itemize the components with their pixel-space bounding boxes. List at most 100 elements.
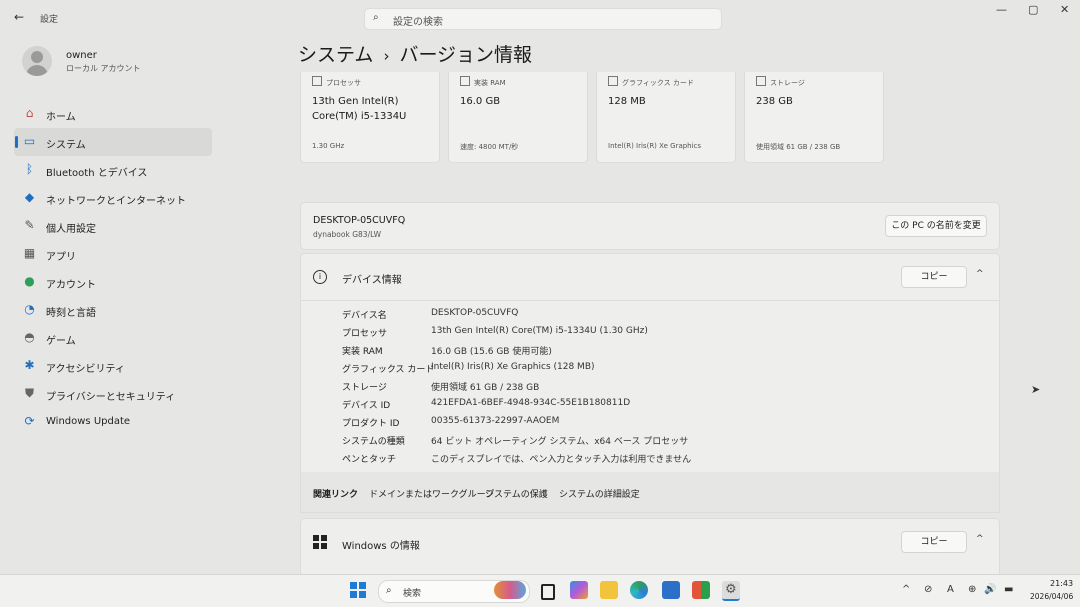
spec-value: Intel(R) Iris(R) Xe Graphics (128 MB) bbox=[431, 362, 595, 372]
home-icon: ⌂ bbox=[25, 106, 34, 120]
apps-icon: ▦ bbox=[23, 246, 36, 260]
account-type: ローカル アカウント bbox=[66, 64, 141, 73]
sidebar-item[interactable]: ⛊ プライバシーとセキュリティ bbox=[14, 380, 212, 408]
input-method-icon[interactable]: A bbox=[947, 584, 954, 595]
rename-pc-button[interactable]: この PC の名前を変更 bbox=[885, 215, 987, 237]
sidebar-item[interactable]: ◆ ネットワークとインターネット bbox=[14, 184, 212, 212]
widgets-icon[interactable] bbox=[494, 581, 526, 599]
spec-value: 使用領域 61 GB / 238 GB bbox=[431, 383, 540, 393]
spec-label: ストレージ bbox=[342, 383, 387, 393]
time-language-icon: ◔ bbox=[24, 302, 35, 316]
spec-value: 13th Gen Intel(R) Core(TM) i5-1334U (1.3… bbox=[431, 326, 648, 336]
collapse-chevron-icon[interactable]: ^ bbox=[976, 269, 984, 279]
system-protection-link[interactable]: システムの保護 bbox=[485, 487, 548, 500]
sidebar-item[interactable]: ᛒ Bluetooth とデバイス bbox=[14, 156, 212, 184]
windows-info-panel[interactable]: Windows の情報 コピー ^ bbox=[300, 518, 1000, 576]
sidebar-item-label: アクセシビリティ bbox=[46, 364, 125, 375]
spec-label: ペンとタッチ bbox=[342, 455, 397, 465]
sidebar-item-label: Bluetooth とデバイス bbox=[46, 168, 148, 179]
volume-icon[interactable]: 🔊 bbox=[984, 584, 996, 595]
user-profile[interactable]: owner ローカル アカウント bbox=[22, 44, 222, 80]
spec-card-value: 128 MB bbox=[608, 96, 646, 107]
spec-card-header: ストレージ bbox=[770, 79, 805, 87]
tray-overflow-chevron-icon[interactable]: ^ bbox=[902, 584, 910, 595]
close-button[interactable]: ✕ bbox=[1060, 3, 1069, 16]
accessibility-icon: ✱ bbox=[24, 358, 35, 372]
sidebar-item[interactable]: ▭ システム bbox=[14, 128, 212, 156]
edge-browser-icon[interactable] bbox=[630, 581, 648, 599]
microsoft-365-icon[interactable] bbox=[692, 581, 710, 599]
windows-update-icon: ⟳ bbox=[24, 414, 35, 428]
settings-gear-icon[interactable]: ⚙ bbox=[722, 581, 740, 601]
spec-card-detail: 1.30 GHz bbox=[312, 142, 345, 150]
device-model: dynabook G83/LW bbox=[313, 230, 382, 239]
back-arrow-icon[interactable]: ← bbox=[14, 10, 24, 24]
domain-workgroup-link[interactable]: ドメインまたはワークグループ bbox=[369, 487, 494, 500]
spec-value: 64 ビット オペレーティング システム、x64 ベース プロセッサ bbox=[431, 437, 689, 447]
network-icon[interactable]: ⊕ bbox=[968, 584, 976, 595]
advanced-system-settings-link[interactable]: システムの詳細設定 bbox=[559, 487, 640, 500]
graphics-card-icon bbox=[608, 76, 618, 86]
battery-icon[interactable]: ▬ bbox=[1004, 584, 1013, 595]
bluetooth-icon: ᛒ bbox=[25, 162, 34, 176]
settings-search-input[interactable]: ⌕ 設定の検索 bbox=[364, 8, 722, 30]
spec-card-header: グラフィックス カード bbox=[622, 79, 694, 87]
spec-card-value: 13th Gen Intel(R) Core(TM) i5-1334U bbox=[312, 96, 407, 122]
sidebar-item[interactable]: ▦ アプリ bbox=[14, 240, 212, 268]
copilot-icon[interactable] bbox=[570, 581, 588, 599]
sidebar-item-label: ゲーム bbox=[46, 336, 76, 347]
collapse-chevron-icon[interactable]: ^ bbox=[976, 534, 984, 544]
sidebar-item[interactable]: ✱ アクセシビリティ bbox=[14, 352, 212, 380]
sidebar-item-label: システム bbox=[46, 140, 86, 151]
task-view-icon[interactable] bbox=[538, 581, 556, 600]
device-name: DESKTOP-05CUVFQ bbox=[313, 215, 406, 226]
sidebar-item-label: アカウント bbox=[46, 280, 96, 291]
system-icon: ▭ bbox=[23, 134, 36, 148]
search-icon: ⌕ bbox=[373, 12, 379, 23]
sidebar-item[interactable]: ⟳ Windows Update bbox=[14, 408, 212, 436]
tray-status-icon[interactable]: ⊘ bbox=[924, 584, 932, 595]
sidebar-item-label: ネットワークとインターネット bbox=[46, 196, 186, 207]
spec-value: 421EFDA1-6BEF-4948-934C-55E1B180811D bbox=[431, 398, 631, 408]
spec-label: グラフィックス カード bbox=[342, 365, 435, 375]
device-info-header[interactable]: i デバイス情報 コピー ^ bbox=[301, 254, 999, 301]
title-bar: ← 設定 ⌕ 設定の検索 — ▢ ✕ bbox=[0, 0, 1080, 36]
device-info-title: デバイス情報 bbox=[342, 275, 402, 286]
search-icon: ⌕ bbox=[386, 585, 392, 596]
ram-icon bbox=[460, 76, 470, 86]
storage-icon bbox=[756, 76, 766, 86]
clock-time[interactable]: 21:43 bbox=[1050, 579, 1073, 588]
spec-value: DESKTOP-05CUVFQ bbox=[431, 308, 519, 318]
sidebar-item[interactable]: ● アカウント bbox=[14, 268, 212, 296]
taskbar: ⌕ 検索 ⚙ ^ ⊘ A ⊕ 🔊 ▬ 21:43 2026/04/06 bbox=[0, 574, 1080, 607]
sidebar-item-label: ホーム bbox=[46, 112, 76, 123]
clock-date[interactable]: 2026/04/06 bbox=[1030, 592, 1073, 601]
sidebar-item[interactable]: ✎ 個人用設定 bbox=[14, 212, 212, 240]
breadcrumb-parent[interactable]: システム bbox=[298, 44, 373, 66]
privacy-shield-icon: ⛊ bbox=[24, 386, 34, 400]
account-icon: ● bbox=[24, 274, 35, 288]
spec-card-graphics: グラフィックス カード 128 MB Intel(R) Iris(R) Xe G… bbox=[596, 72, 736, 163]
start-button[interactable] bbox=[350, 582, 366, 598]
sidebar-nav: ⌂ ホーム ▭ システム ᛒ Bluetooth とデバイス ◆ ネットワークとインターネット… bbox=[14, 100, 214, 436]
spec-label: 実装 RAM bbox=[342, 347, 383, 357]
minimize-button[interactable]: — bbox=[996, 3, 1007, 16]
personalization-icon: ✎ bbox=[24, 218, 35, 232]
sidebar-item[interactable]: ⌂ ホーム bbox=[14, 100, 212, 128]
microsoft-store-icon[interactable] bbox=[662, 581, 680, 599]
spec-label: デバイス名 bbox=[342, 311, 387, 321]
related-links: 関連リンク ドメインまたはワークグループ システムの保護 システムの詳細設定 bbox=[300, 472, 1000, 513]
copy-device-info-button[interactable]: コピー bbox=[901, 266, 967, 288]
spec-card-processor: プロセッサ 13th Gen Intel(R) Core(TM) i5-1334… bbox=[300, 72, 440, 163]
sidebar-item[interactable]: ◔ 時刻と言語 bbox=[14, 296, 212, 324]
file-explorer-icon[interactable] bbox=[600, 581, 618, 599]
windows-logo-icon bbox=[313, 535, 327, 549]
spec-label: デバイス ID bbox=[342, 401, 391, 411]
app-title: 設定 bbox=[40, 15, 59, 25]
spec-card-detail: 速度: 4800 MT/秒 bbox=[460, 143, 519, 151]
maximize-button[interactable]: ▢ bbox=[1028, 3, 1038, 16]
device-info-panel: i デバイス情報 コピー ^ デバイス名 DESKTOP-05CUVFQ プロセッサ… bbox=[300, 253, 1000, 473]
spec-value: 00355-61373-22997-AAOEM bbox=[431, 416, 560, 426]
sidebar-item[interactable]: ◓ ゲーム bbox=[14, 324, 212, 352]
copy-windows-info-button[interactable]: コピー bbox=[901, 531, 967, 553]
